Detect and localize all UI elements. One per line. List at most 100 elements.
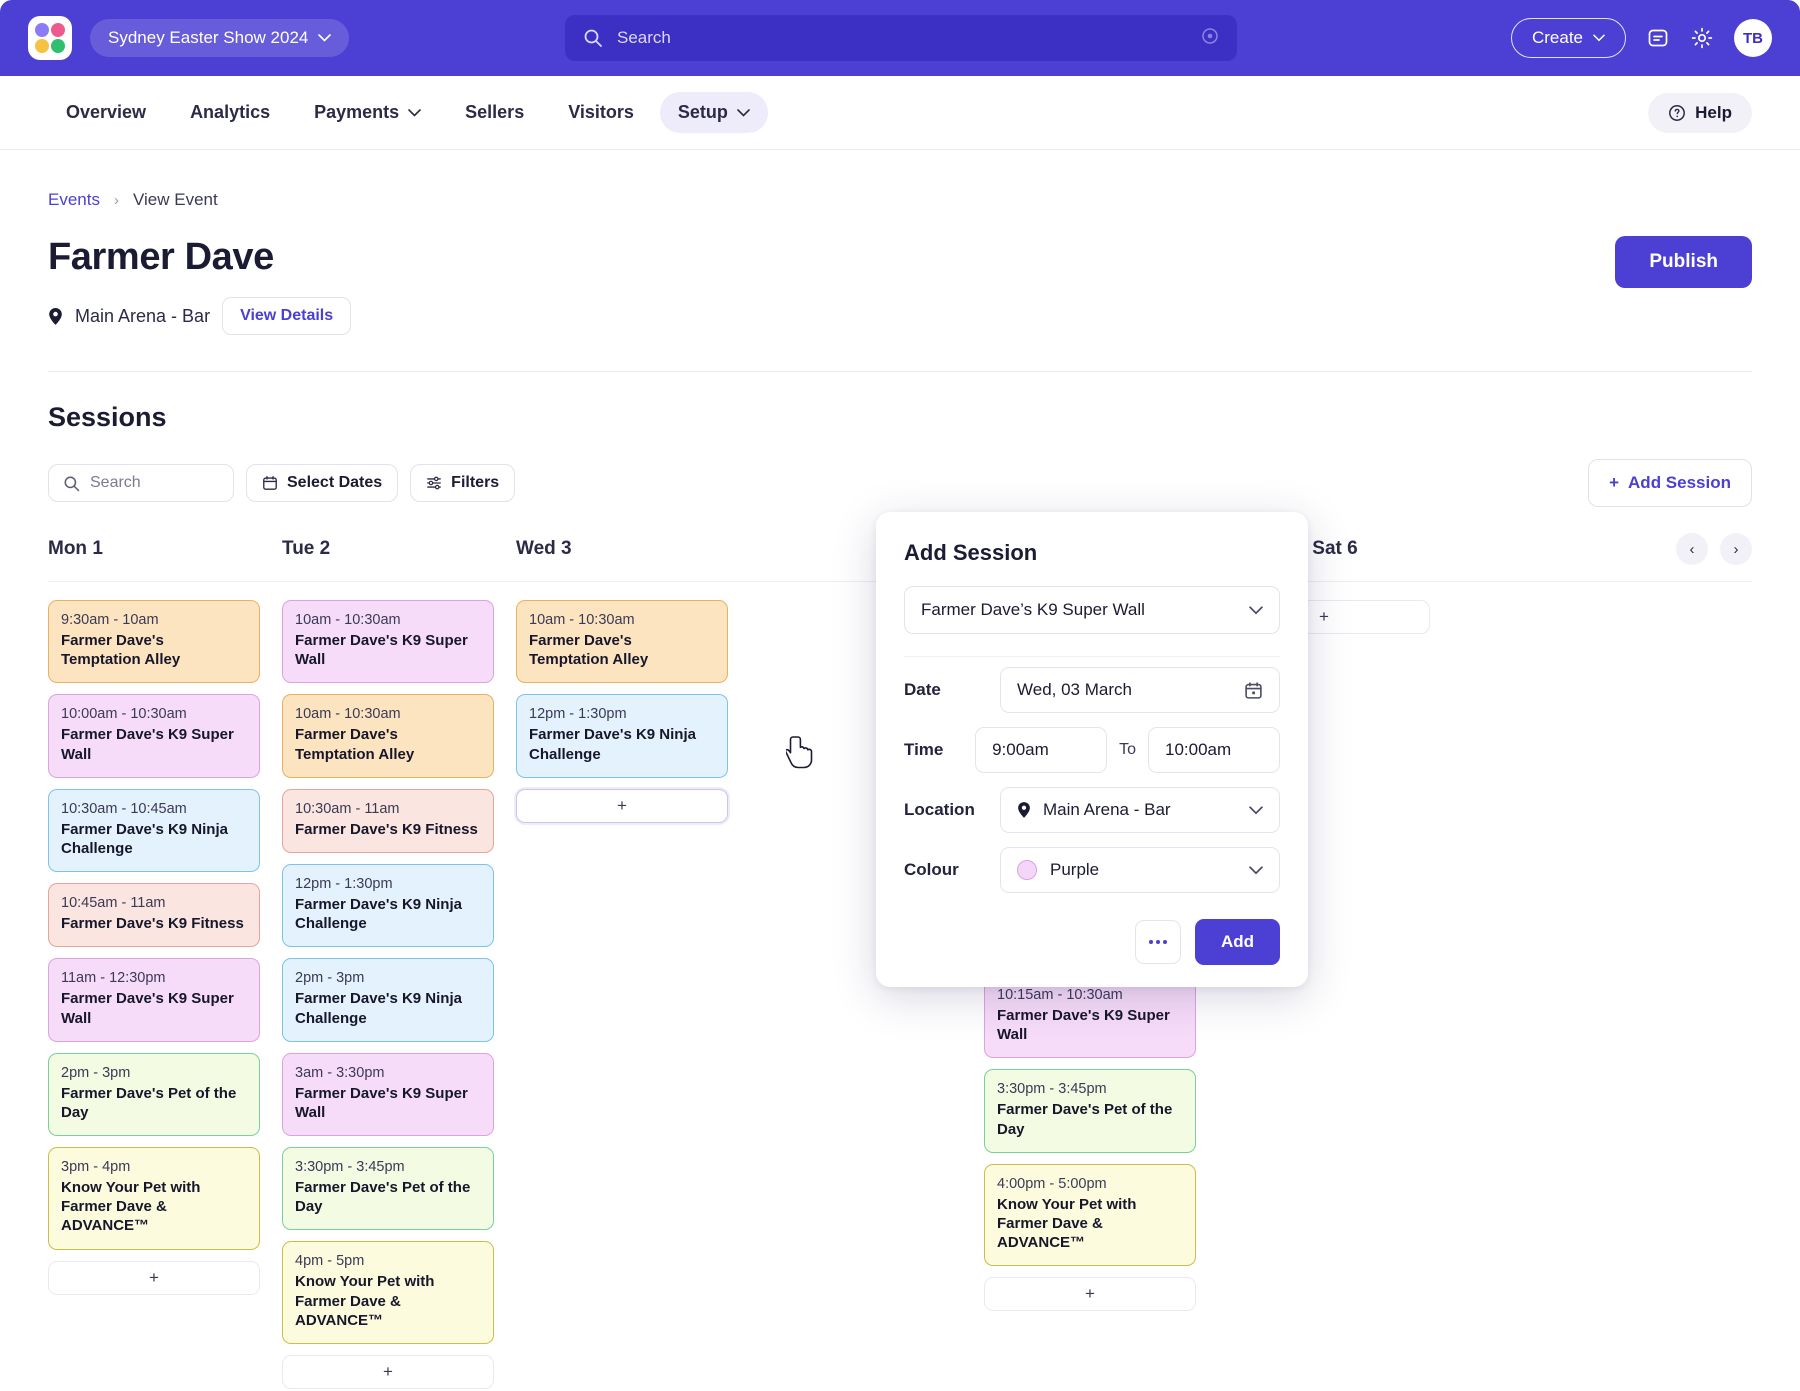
nav-item-visitors[interactable]: Visitors: [550, 92, 652, 133]
colour-select[interactable]: Purple: [1000, 847, 1280, 893]
nav-item-payments[interactable]: Payments: [296, 92, 439, 133]
session-name-select[interactable]: Farmer Dave’s K9 Super Wall: [904, 586, 1280, 634]
gear-icon[interactable]: [1690, 26, 1714, 50]
time-from-value: 9:00am: [992, 740, 1049, 759]
publish-button[interactable]: Publish: [1615, 236, 1752, 288]
session-time: 2pm - 3pm: [295, 970, 365, 987]
create-button[interactable]: Create: [1510, 18, 1626, 58]
chevron-down-icon: [1249, 865, 1263, 874]
session-card[interactable]: 2pm - 3pm Farmer Dave's Pet of the Day: [48, 1052, 260, 1137]
view-details-button[interactable]: View Details: [222, 297, 352, 335]
session-time: 4pm - 5pm: [295, 1253, 365, 1270]
session-name: Farmer Dave's K9 Super Wall: [61, 990, 234, 1027]
global-search-placeholder: Search: [617, 28, 671, 47]
breadcrumb: Events › View Event: [48, 190, 1752, 210]
top-navigation-bar: Sydney Easter Show 2024 Search Create TB: [0, 0, 1800, 76]
help-button[interactable]: Help: [1648, 92, 1752, 133]
session-card[interactable]: 3pm - 4pm Know Your Pet with Farmer Dave…: [48, 1147, 260, 1250]
logo-dot-purple: [35, 23, 49, 37]
more-options-button[interactable]: [1134, 920, 1181, 964]
help-button-label: Help: [1695, 102, 1732, 122]
page-header-left: Farmer Dave Main Arena - Bar View Detail…: [48, 236, 352, 335]
logo-dot-yellow: [35, 39, 49, 53]
nav-label: Setup: [677, 102, 728, 122]
event-selector[interactable]: Sydney Easter Show 2024: [90, 19, 350, 57]
session-card[interactable]: 10am - 10:30am Farmer Dave's Temptation …: [516, 600, 728, 684]
plus-icon: +: [1609, 473, 1620, 492]
session-card[interactable]: 10:15am - 10:30am Farmer Dave's K9 Super…: [984, 975, 1196, 1059]
breadcrumb-events-link[interactable]: Events: [48, 190, 100, 210]
nav-item-analytics[interactable]: Analytics: [172, 92, 288, 133]
calendar-icon: [263, 476, 277, 490]
location-label: Location: [904, 800, 975, 819]
session-time: 3:30pm - 3:45pm: [997, 1081, 1107, 1098]
session-card[interactable]: 10:30am - 10:45am Farmer Dave's K9 Ninja…: [48, 788, 260, 873]
session-card[interactable]: 3am - 3:30pm Farmer Dave's K9 Super Wall: [282, 1052, 494, 1137]
time-row: Time 9:00am To 10:00am: [904, 727, 1280, 773]
add-session-slot-wed[interactable]: +: [516, 788, 728, 823]
session-time: 10:30am - 10:45am: [61, 800, 187, 817]
session-card[interactable]: 12pm - 1:30pm Farmer Dave's K9 Ninja Cha…: [516, 694, 728, 778]
session-name: Farmer Dave's K9 Ninja Challenge: [529, 726, 696, 763]
nav-item-sellers[interactable]: Sellers: [447, 92, 542, 133]
session-card[interactable]: 10am - 10:30am Farmer Dave's K9 Super Wa…: [282, 600, 494, 684]
session-card[interactable]: 4:00pm - 5:00pm Know Your Pet with Farme…: [984, 1163, 1196, 1267]
add-session-slot-mon[interactable]: +: [48, 1260, 260, 1295]
time-from-input[interactable]: 9:00am: [975, 727, 1108, 773]
time-to-input[interactable]: 10:00am: [1148, 727, 1280, 773]
app-logo[interactable]: [28, 16, 72, 60]
sessions-search-input[interactable]: Search: [48, 464, 234, 502]
event-location-row: Main Arena - Bar View Details: [48, 297, 352, 335]
session-card[interactable]: 10am - 10:30am Farmer Dave's Temptation …: [282, 694, 494, 778]
global-search-input[interactable]: Search: [565, 15, 1237, 61]
session-card[interactable]: 10:00am - 10:30am Farmer Dave's K9 Super…: [48, 694, 260, 778]
search-assist-icon[interactable]: [1201, 27, 1219, 50]
session-card[interactable]: 4pm - 5pm Know Your Pet with Farmer Dave…: [282, 1241, 494, 1344]
session-name: Farmer Dave's Temptation Alley: [295, 726, 415, 763]
messages-icon[interactable]: [1646, 26, 1670, 50]
ellipsis-dot: [1162, 940, 1167, 944]
add-session-slot-fri[interactable]: +: [984, 1277, 1196, 1312]
session-card[interactable]: 11am - 12:30pm Farmer Dave's K9 Super Wa…: [48, 958, 260, 1042]
filters-icon: [427, 476, 442, 490]
add-session-slot-tue[interactable]: +: [282, 1355, 494, 1389]
session-time: 3:30pm - 3:45pm: [295, 1159, 405, 1176]
session-name: Farmer Dave's K9 Super Wall: [295, 632, 468, 669]
calendar-prev-button[interactable]: ‹: [1676, 533, 1708, 565]
session-card[interactable]: 3:30pm - 3:45pm Farmer Dave's Pet of the…: [984, 1069, 1196, 1153]
session-time: 3am - 3:30pm: [295, 1064, 385, 1081]
event-selector-label: Sydney Easter Show 2024: [108, 28, 309, 47]
session-card[interactable]: 2pm - 3pm Farmer Dave's K9 Ninja Challen…: [282, 958, 494, 1042]
calendar-next-button[interactable]: ›: [1720, 533, 1752, 565]
date-input[interactable]: Wed, 03 March: [1000, 667, 1280, 713]
nav-item-overview[interactable]: Overview: [48, 92, 164, 133]
session-name: Farmer Dave's Pet of the Day: [61, 1084, 237, 1121]
chevron-down-icon: [318, 34, 332, 42]
session-time: 10am - 10:30am: [529, 612, 635, 628]
session-card[interactable]: 9:30am - 10am Farmer Dave's Temptation A…: [48, 600, 260, 684]
select-dates-button[interactable]: Select Dates: [246, 464, 399, 502]
session-time: 12pm - 1:30pm: [295, 875, 393, 892]
logo-dot-pink: [51, 23, 65, 37]
user-avatar[interactable]: TB: [1734, 19, 1772, 57]
add-session-button[interactable]: + Add Session: [1588, 459, 1752, 507]
nav-item-setup[interactable]: Setup: [659, 92, 768, 133]
session-name: Know Your Pet with Farmer Dave & ADVANCE…: [295, 1273, 435, 1329]
session-name: Farmer Dave's Pet of the Day: [997, 1101, 1173, 1138]
session-time: 10:00am - 10:30am: [61, 706, 187, 723]
session-time: 4:00pm - 5:00pm: [997, 1175, 1107, 1192]
session-card[interactable]: 3:30pm - 3:45pm Farmer Dave's Pet of the…: [282, 1147, 494, 1231]
location-pin-icon: [1017, 801, 1031, 819]
modal-add-button[interactable]: Add: [1194, 919, 1280, 965]
session-time: 2pm - 3pm: [61, 1064, 131, 1081]
session-card[interactable]: 10:30am - 11am Farmer Dave's K9 Fitness: [282, 788, 494, 853]
location-select[interactable]: Main Arena - Bar: [1000, 787, 1280, 833]
filters-button[interactable]: Filters: [410, 464, 516, 502]
date-row: Date Wed, 03 March: [904, 667, 1280, 713]
time-label: Time: [904, 740, 944, 759]
select-dates-label: Select Dates: [287, 474, 383, 491]
logo-dot-green: [51, 39, 65, 53]
session-card[interactable]: 10:45am - 11am Farmer Dave's K9 Fitness: [48, 883, 260, 948]
nav-label: Overview: [66, 102, 147, 122]
session-card[interactable]: 12pm - 1:30pm Farmer Dave's K9 Ninja Cha…: [282, 863, 494, 948]
